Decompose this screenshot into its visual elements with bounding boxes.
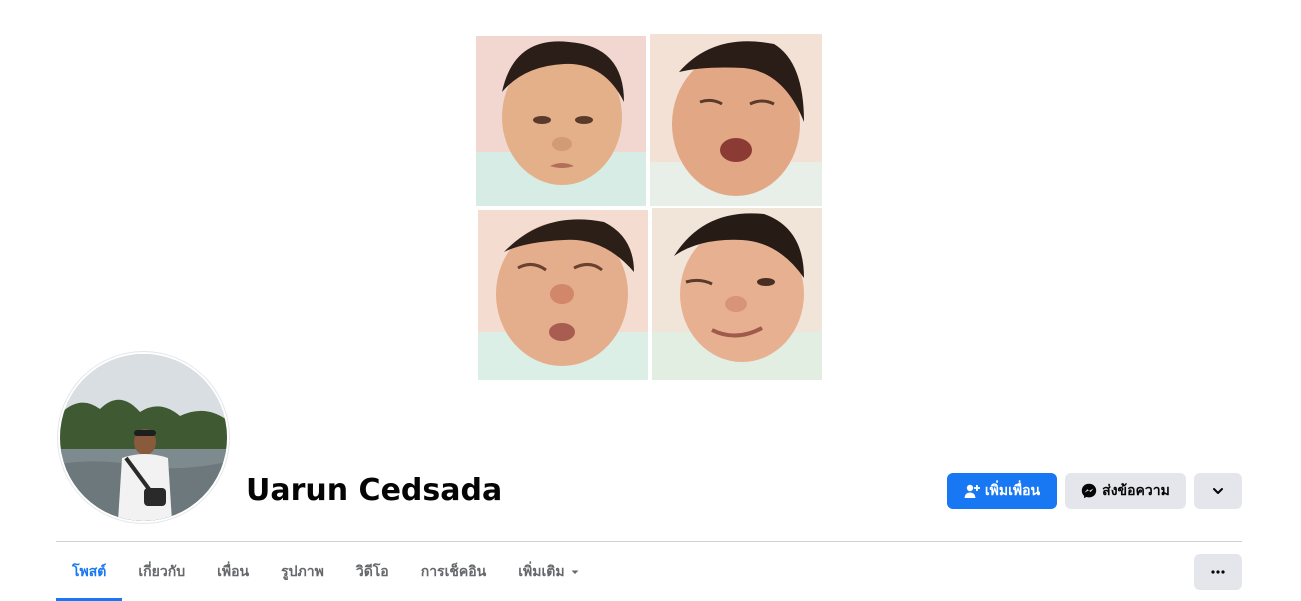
tab-posts[interactable]: โพสต์ bbox=[56, 542, 123, 601]
tab-more[interactable]: เพิ่มเติม bbox=[502, 542, 595, 601]
tab-check-ins[interactable]: การเช็คอิน bbox=[405, 542, 503, 601]
tab-label: รูปภาพ bbox=[281, 563, 324, 580]
tab-videos[interactable]: วิดีโอ bbox=[340, 542, 405, 601]
more-options-button[interactable] bbox=[1194, 554, 1242, 590]
cover-photo-panel bbox=[650, 34, 822, 206]
profile-tabs: โพสต์ เกี่ยวกับ เพื่อน รูปภาพ วิดีโอ การ… bbox=[56, 542, 596, 601]
tab-label: เพิ่มเติม bbox=[518, 563, 565, 580]
caret-down-icon bbox=[570, 567, 580, 577]
tab-label: เกี่ยวกับ bbox=[138, 563, 186, 580]
cover-photo-panel bbox=[476, 36, 646, 206]
tab-photos[interactable]: รูปภาพ bbox=[265, 542, 340, 601]
message-button[interactable]: ส่งข้อความ bbox=[1065, 473, 1186, 509]
tab-friends[interactable]: เพื่อน bbox=[201, 542, 265, 601]
profile-name: Uarun Cedsada bbox=[246, 473, 503, 508]
add-friend-button[interactable]: เพิ่มเพื่อน bbox=[947, 473, 1057, 509]
tab-about[interactable]: เกี่ยวกับ bbox=[122, 542, 201, 601]
messenger-icon bbox=[1081, 483, 1097, 499]
add-friend-icon bbox=[964, 483, 980, 499]
profile-avatar[interactable] bbox=[58, 352, 229, 523]
cover-photo[interactable] bbox=[474, 32, 824, 382]
tab-label: การเช็คอิน bbox=[420, 563, 487, 580]
add-friend-label: เพิ่มเพื่อน bbox=[984, 483, 1041, 499]
tab-label: โพสต์ bbox=[72, 563, 107, 580]
more-horizontal-icon bbox=[1211, 570, 1225, 574]
cover-photo-panel bbox=[478, 210, 648, 380]
chevron-down-icon bbox=[1212, 485, 1224, 497]
message-label: ส่งข้อความ bbox=[1102, 483, 1170, 499]
cover-photo-panel bbox=[652, 208, 822, 380]
tab-label: เพื่อน bbox=[217, 563, 250, 580]
profile-actions-dropdown-button[interactable] bbox=[1194, 473, 1242, 509]
tab-label: วิดีโอ bbox=[355, 563, 389, 580]
